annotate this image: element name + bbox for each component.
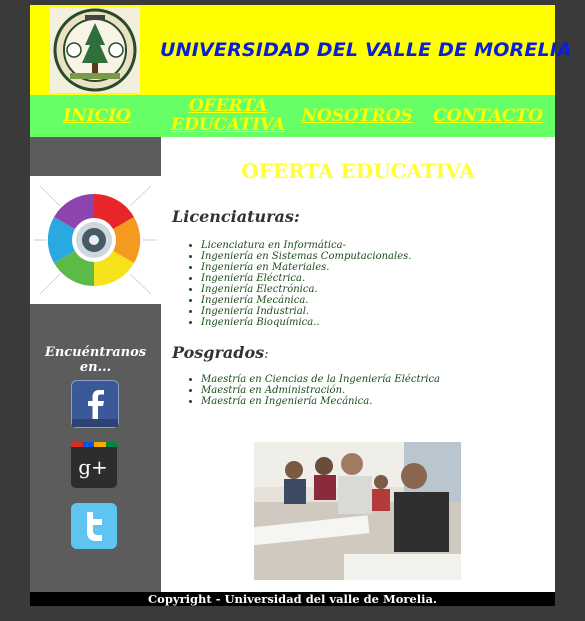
nav-item-inicio[interactable]: INICIO: [52, 95, 142, 137]
list-item: Maestría en Ingeniería Mecánica.: [201, 396, 440, 407]
footer: Copyright - Universidad del valle de Mor…: [30, 592, 555, 606]
main-nav: INICIO OFERTA EDUCATIVA NOSOTROS CONTACT…: [30, 95, 555, 137]
licenciaturas-list: Licenciatura en Informática- Ingeniería …: [161, 240, 411, 328]
list-item: Ingeniería Mecánica.: [201, 295, 411, 306]
list-item: Ingeniería Electrónica.: [201, 284, 411, 295]
site-title: UNIVERSIDAD DEL VALLE DE MORELIA: [160, 39, 573, 61]
nav-item-contacto[interactable]: CONTACTO: [432, 95, 544, 137]
classroom-students-photo: [254, 442, 461, 580]
color-wheel-infographic: [30, 176, 161, 304]
sidebar: Encuéntranos en... g+: [30, 137, 161, 592]
list-item: Ingeniería en Materiales.: [201, 262, 411, 273]
facebook-icon[interactable]: [71, 380, 119, 428]
page-title: OFERTA EDUCATIVA: [241, 159, 475, 183]
find-us-label: Encuéntranos en...: [44, 345, 147, 375]
svg-text:g+: g+: [78, 455, 108, 479]
list-item: Maestría en Administración.: [201, 385, 440, 396]
posgrados-heading: Posgrados:: [172, 343, 269, 362]
list-item: Ingeniería Industrial.: [201, 306, 411, 317]
list-item: Ingeniería en Sistemas Computacionales.: [201, 251, 411, 262]
main-content: OFERTA EDUCATIVA Licenciaturas: Licencia…: [161, 137, 555, 592]
posgrados-heading-text: Posgrados: [172, 343, 265, 362]
posgrados-list: Maestría en Ciencias de la Ingeniería El…: [161, 374, 440, 407]
list-item: Maestría en Ciencias de la Ingeniería El…: [201, 374, 440, 385]
header: UNIVERSIDAD DEL VALLE DE MORELIA: [30, 5, 572, 95]
list-item: Ingeniería Bioquímica..: [201, 317, 411, 328]
posgrados-heading-colon: :: [264, 347, 269, 362]
list-item: Ingeniería Eléctrica.: [201, 273, 411, 284]
list-item: Licenciatura en Informática-: [201, 240, 411, 251]
licenciaturas-heading: Licenciaturas:: [172, 207, 300, 226]
nav-item-nosotros[interactable]: NOSOTROS: [301, 95, 412, 137]
google-plus-icon[interactable]: g+: [71, 442, 117, 488]
page: UNIVERSIDAD DEL VALLE DE MORELIA INICIO …: [30, 5, 572, 606]
nav-item-oferta-educativa[interactable]: OFERTA EDUCATIVA: [168, 95, 288, 137]
university-seal-logo: [50, 7, 140, 93]
twitter-icon[interactable]: [71, 503, 117, 549]
